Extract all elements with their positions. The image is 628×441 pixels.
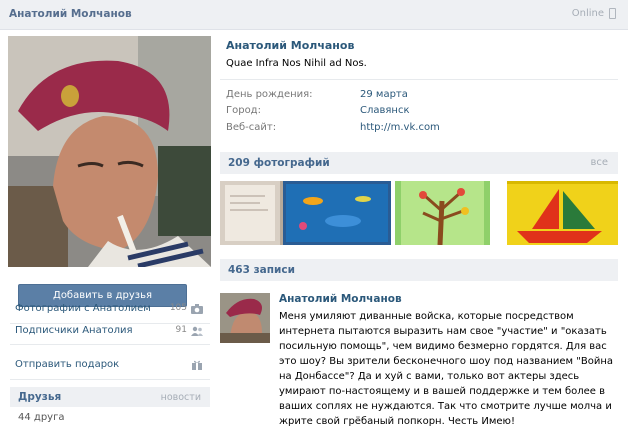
divider bbox=[220, 79, 618, 80]
friends-thumbnails bbox=[18, 437, 208, 441]
followers-count: 91 bbox=[175, 325, 187, 335]
gift-icon bbox=[192, 360, 202, 370]
info-label: День рождения: bbox=[226, 89, 313, 100]
post-author-name[interactable]: Анатолий Молчанов bbox=[279, 293, 402, 305]
friends-header[interactable]: Друзья новости bbox=[10, 387, 210, 407]
photos-with-label[interactable]: Фотографии с Анатолием bbox=[15, 303, 151, 314]
send-gift-label[interactable]: Отправить подарок bbox=[15, 359, 119, 370]
photos-header[interactable]: 209 фотографий все bbox=[220, 152, 618, 174]
friends-title[interactable]: Друзья bbox=[18, 391, 61, 403]
left-column: Добавить в друзья Фотографии с Анатолием… bbox=[0, 31, 218, 441]
divider bbox=[10, 344, 210, 345]
friends-news-link[interactable]: новости bbox=[161, 392, 201, 403]
info-value[interactable]: Славянск bbox=[360, 105, 410, 116]
photos-with-link[interactable]: Фотографии с Анатолием 105 bbox=[15, 303, 205, 317]
photos-all-link[interactable]: все bbox=[590, 157, 608, 168]
friends-count: 44 друга bbox=[18, 412, 65, 423]
profile-status: Quae Infra Nos Nihil ad Nos. bbox=[226, 58, 367, 69]
profile-name: Анатолий Молчанов bbox=[226, 39, 355, 52]
online-status: Online bbox=[571, 8, 604, 19]
photo-thumbnail[interactable] bbox=[395, 181, 490, 245]
info-value[interactable]: http://m.vk.com bbox=[360, 122, 440, 133]
avatar-photo bbox=[8, 36, 211, 267]
info-label: Город: bbox=[226, 105, 261, 116]
profile-header-bar: Анатолий Молчанов Online bbox=[0, 0, 628, 30]
mobile-phone-icon bbox=[609, 8, 616, 19]
followers-label[interactable]: Подписчики Анатолия bbox=[15, 325, 133, 336]
divider bbox=[10, 323, 210, 324]
divider bbox=[10, 379, 210, 380]
send-gift-link[interactable]: Отправить подарок bbox=[15, 359, 205, 373]
people-icon bbox=[191, 326, 203, 336]
post-text: Меня умиляют диванные войска, которые по… bbox=[279, 311, 613, 427]
followers-link[interactable]: Подписчики Анатолия 91 bbox=[15, 325, 205, 339]
wall-header[interactable]: 463 записи bbox=[220, 259, 618, 281]
photo-thumbnail[interactable] bbox=[283, 181, 391, 245]
photo-thumbnail[interactable] bbox=[507, 181, 618, 245]
photo-strip bbox=[220, 181, 618, 245]
info-value[interactable]: 29 марта bbox=[360, 89, 408, 100]
header-name[interactable]: Анатолий Молчанов bbox=[9, 8, 132, 20]
right-column: Анатолий Молчанов Quae Infra Nos Nihil a… bbox=[220, 31, 620, 441]
camera-icon bbox=[191, 304, 203, 314]
photos-title[interactable]: 209 фотографий bbox=[228, 157, 330, 169]
profile-avatar[interactable] bbox=[8, 36, 211, 267]
post-author-avatar[interactable] bbox=[220, 293, 270, 343]
wall-title[interactable]: 463 записи bbox=[228, 264, 295, 276]
photos-with-count: 105 bbox=[169, 303, 187, 313]
info-label: Веб-сайт: bbox=[226, 122, 277, 133]
